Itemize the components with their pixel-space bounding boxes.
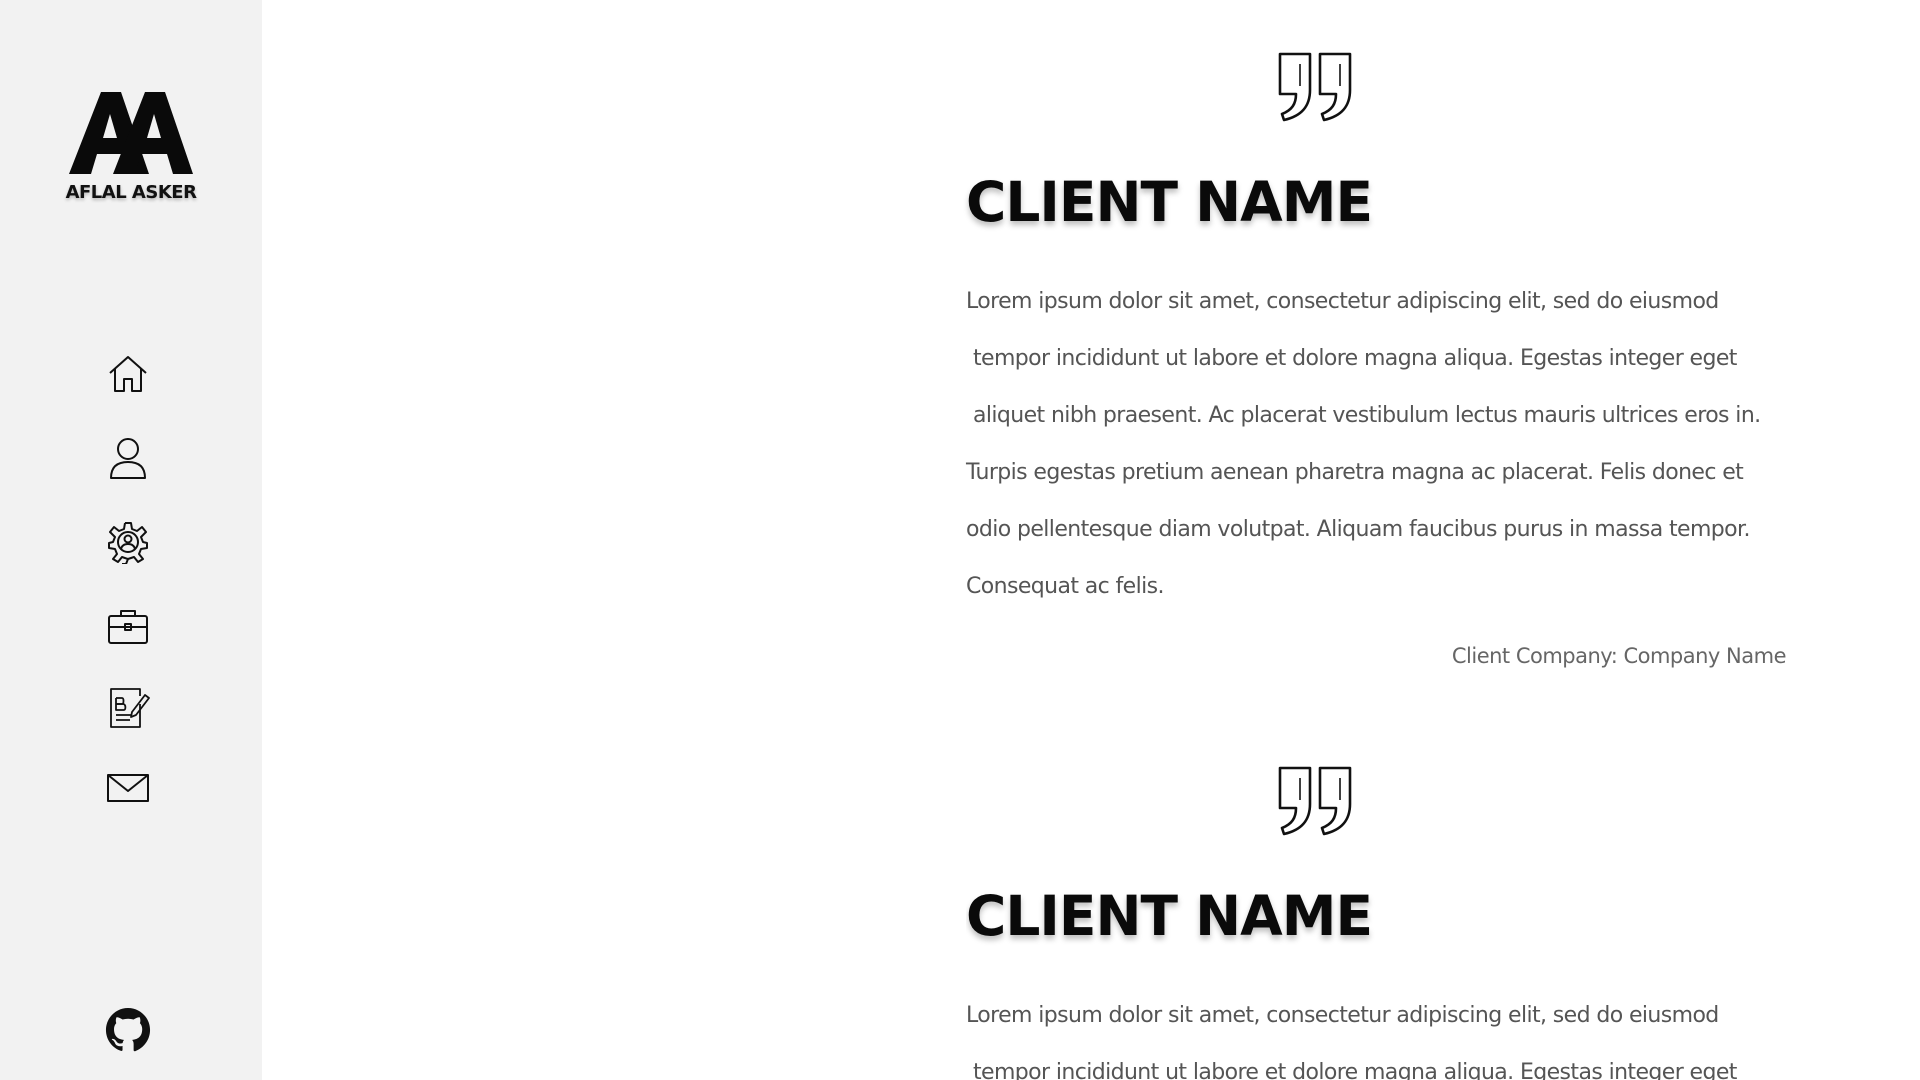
nav-services[interactable] xyxy=(104,518,152,566)
testimonial-line: Turpis egestas pretium aenean pharetra m… xyxy=(966,460,1744,485)
testimonial-line: Lorem ipsum dolor sit amet, consectetur … xyxy=(966,1003,1719,1028)
nav-portfolio[interactable] xyxy=(104,602,152,650)
testimonial-line: tempor incididunt ut labore et dolore ma… xyxy=(973,346,1737,371)
blog-edit-icon xyxy=(110,688,150,728)
nav-contact[interactable] xyxy=(104,764,152,812)
home-icon xyxy=(109,356,147,392)
mail-icon xyxy=(107,774,149,802)
logo-text: AFLAL ASKER xyxy=(65,182,197,203)
quote-icon xyxy=(1278,52,1352,122)
gear-icon xyxy=(108,522,148,564)
testimonial-line: Lorem ipsum dolor sit amet, consectetur … xyxy=(966,289,1719,314)
client-name: CLIENT NAME xyxy=(966,170,1373,234)
nav-blog[interactable] xyxy=(104,684,152,732)
sidebar: AFLAL ASKER xyxy=(0,0,262,1080)
user-icon xyxy=(110,438,146,479)
testimonial-card: CLIENT NAME Lorem ipsum dolor sit amet, … xyxy=(966,714,1786,1080)
testimonial-card: CLIENT NAME Lorem ipsum dolor sit amet, … xyxy=(966,0,1787,700)
testimonial-line: tempor incididunt ut labore et dolore ma… xyxy=(973,1060,1737,1080)
testimonial-text: Lorem ipsum dolor sit amet, consectetur … xyxy=(966,987,1786,1080)
briefcase-icon xyxy=(108,610,148,644)
testimonial-line: odio pellentesque diam volutpat. Aliquam… xyxy=(966,517,1750,542)
client-company: Client Company: Company Name xyxy=(1451,644,1787,668)
testimonial-line: aliquet nibh praesent. Ac placerat vesti… xyxy=(973,403,1761,428)
github-link[interactable] xyxy=(104,1006,152,1054)
github-icon xyxy=(105,1007,151,1052)
client-name: CLIENT NAME xyxy=(966,884,1373,948)
quote-icon xyxy=(1278,766,1352,836)
logo-mark xyxy=(69,92,193,174)
logo[interactable]: AFLAL ASKER xyxy=(0,90,262,203)
testimonial-text: Lorem ipsum dolor sit amet, consectetur … xyxy=(966,273,1786,615)
nav-about[interactable] xyxy=(104,434,152,482)
nav-home[interactable] xyxy=(104,350,152,398)
main-content: CLIENT NAME Lorem ipsum dolor sit amet, … xyxy=(262,0,1920,1080)
testimonial-line: Consequat ac felis. xyxy=(966,574,1165,599)
